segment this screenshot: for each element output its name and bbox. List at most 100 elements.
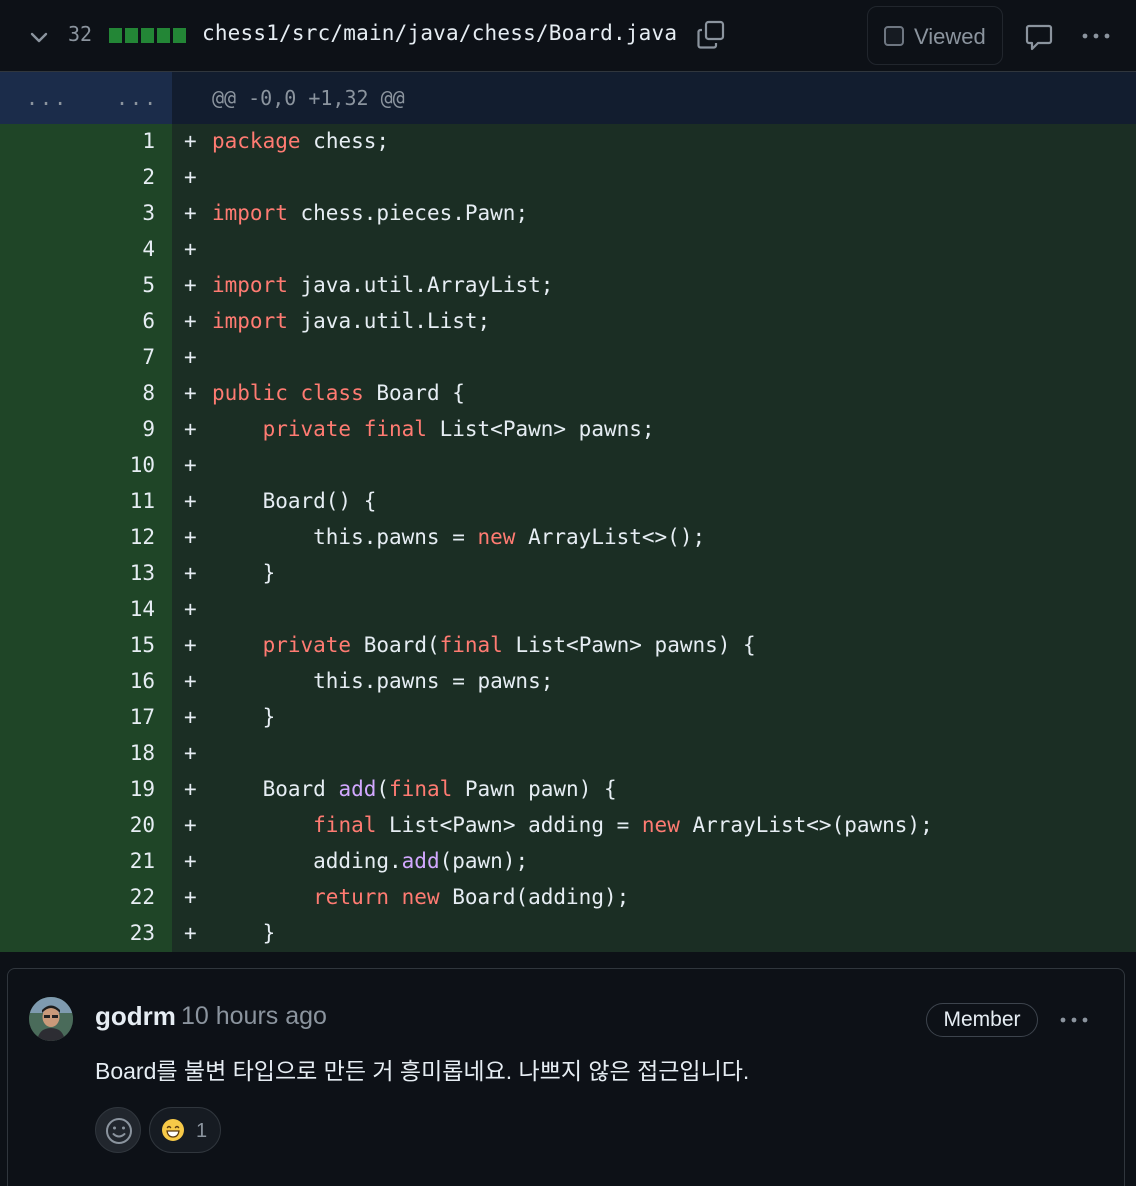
- code-token: adding.: [212, 849, 402, 873]
- viewed-label: Viewed: [914, 24, 986, 49]
- code-keyword: import: [212, 273, 288, 297]
- diff-line: 1 + package chess;: [0, 124, 1136, 160]
- line-number[interactable]: 4: [60, 237, 155, 261]
- added-marker: +: [184, 669, 197, 693]
- code-token: }: [212, 921, 276, 945]
- code-token: Board() {: [212, 489, 377, 513]
- line-number[interactable]: 13: [60, 561, 155, 585]
- code-token: Board {: [376, 381, 465, 405]
- diff-line: 12 + this.pawns = new ArrayList<>();: [0, 520, 1136, 556]
- role-badge: Member: [926, 1003, 1038, 1037]
- line-number[interactable]: 6: [60, 309, 155, 333]
- added-marker: +: [184, 237, 197, 261]
- code-keyword: private: [262, 633, 352, 657]
- diff-line: 22 + return new Board(adding);: [0, 880, 1136, 916]
- code-text: }: [212, 705, 276, 729]
- file-header: 32 chess1/src/main/java/chess/Board.java…: [0, 0, 1136, 72]
- line-number[interactable]: 17: [60, 705, 155, 729]
- code-keyword: final: [389, 777, 453, 801]
- smiley-icon: [106, 1118, 132, 1144]
- code-function: add: [338, 777, 377, 801]
- added-marker: +: [184, 741, 197, 765]
- code-text: private Board(final List<Pawn> pawns) {: [212, 633, 756, 657]
- diff-line: 15 + private Board(final List<Pawn> pawns…: [0, 628, 1136, 664]
- copy-icon[interactable]: [696, 20, 726, 50]
- added-marker: +: [184, 417, 197, 441]
- diff-line: 9 + private final List<Pawn> pawns;: [0, 412, 1136, 448]
- line-number[interactable]: 7: [60, 345, 155, 369]
- code-token: (pawn);: [439, 849, 529, 873]
- line-number[interactable]: 11: [60, 489, 155, 513]
- code-token: ArrayList<>(pawns);: [692, 813, 933, 837]
- line-number[interactable]: 9: [60, 417, 155, 441]
- kebab-menu-icon[interactable]: [1058, 1009, 1090, 1031]
- code-token: Board(adding);: [452, 885, 630, 909]
- line-number[interactable]: 3: [60, 201, 155, 225]
- line-number[interactable]: 10: [60, 453, 155, 477]
- added-marker: +: [184, 597, 197, 621]
- comment-author-link[interactable]: godrm: [95, 1001, 176, 1032]
- added-marker: +: [184, 309, 197, 333]
- diff-line: 7 +: [0, 340, 1136, 376]
- diff-line: 20 + final List<Pawn> adding = new ArrayL…: [0, 808, 1136, 844]
- add-reaction-button[interactable]: [95, 1107, 141, 1153]
- diffstat-blocks: [109, 28, 186, 43]
- line-number[interactable]: 14: [60, 597, 155, 621]
- added-marker: +: [184, 489, 197, 513]
- diff-line: 2 +: [0, 160, 1136, 196]
- code-text: final List<Pawn> adding = new ArrayList<…: [212, 813, 933, 837]
- line-number[interactable]: 8: [60, 381, 155, 405]
- added-marker: +: [184, 381, 197, 405]
- line-number[interactable]: 19: [60, 777, 155, 801]
- line-number[interactable]: 18: [60, 741, 155, 765]
- line-number[interactable]: 16: [60, 669, 155, 693]
- diff-line: 10 +: [0, 448, 1136, 484]
- line-number[interactable]: 1: [60, 129, 155, 153]
- code-keyword: import: [212, 309, 288, 333]
- comment-timestamp[interactable]: 10 hours ago: [181, 1002, 327, 1031]
- code-token: }: [212, 561, 276, 585]
- added-marker: +: [184, 453, 197, 477]
- viewed-toggle-button[interactable]: Viewed: [867, 6, 1003, 65]
- line-number[interactable]: 15: [60, 633, 155, 657]
- diff-line: 3 + import chess.pieces.Pawn;: [0, 196, 1136, 232]
- code-text: this.pawns = new ArrayList<>();: [212, 525, 705, 549]
- avatar[interactable]: [29, 997, 73, 1041]
- hunk-old-marker: ...: [26, 86, 69, 110]
- added-marker: +: [184, 885, 197, 909]
- reaction-pill[interactable]: 1: [149, 1107, 221, 1153]
- file-path-link[interactable]: chess1/src/main/java/chess/Board.java: [202, 21, 677, 45]
- line-number[interactable]: 5: [60, 273, 155, 297]
- code-token: Board: [212, 777, 339, 801]
- line-number[interactable]: 23: [60, 921, 155, 945]
- code-token: java.util.List;: [300, 309, 491, 333]
- diffstat-block: [125, 28, 138, 43]
- added-marker: +: [184, 345, 197, 369]
- viewed-checkbox[interactable]: [884, 26, 904, 46]
- added-marker: +: [184, 813, 197, 837]
- code-keyword: final: [439, 633, 503, 657]
- code-token: List<Pawn> adding =: [389, 813, 642, 837]
- hunk-header: ... ... @@ -0,0 +1,32 @@: [0, 72, 1136, 124]
- added-marker: +: [184, 921, 197, 945]
- line-number[interactable]: 22: [60, 885, 155, 909]
- added-marker: +: [184, 525, 197, 549]
- added-marker: +: [184, 705, 197, 729]
- reaction-count: 1: [196, 1120, 208, 1142]
- line-number[interactable]: 20: [60, 813, 155, 837]
- comment-icon[interactable]: [1024, 22, 1054, 52]
- code-keyword: new: [477, 525, 516, 549]
- added-marker: +: [184, 273, 197, 297]
- added-marker: +: [184, 633, 197, 657]
- kebab-menu-icon[interactable]: [1080, 25, 1112, 47]
- diffstat-block: [157, 28, 170, 43]
- code-text: adding.add(pawn);: [212, 849, 528, 873]
- line-number[interactable]: 21: [60, 849, 155, 873]
- line-number[interactable]: 12: [60, 525, 155, 549]
- hunk-expand-gutter[interactable]: ... ...: [0, 72, 172, 124]
- chevron-down-icon[interactable]: [28, 26, 50, 48]
- code-text: }: [212, 561, 276, 585]
- line-number[interactable]: 2: [60, 165, 155, 189]
